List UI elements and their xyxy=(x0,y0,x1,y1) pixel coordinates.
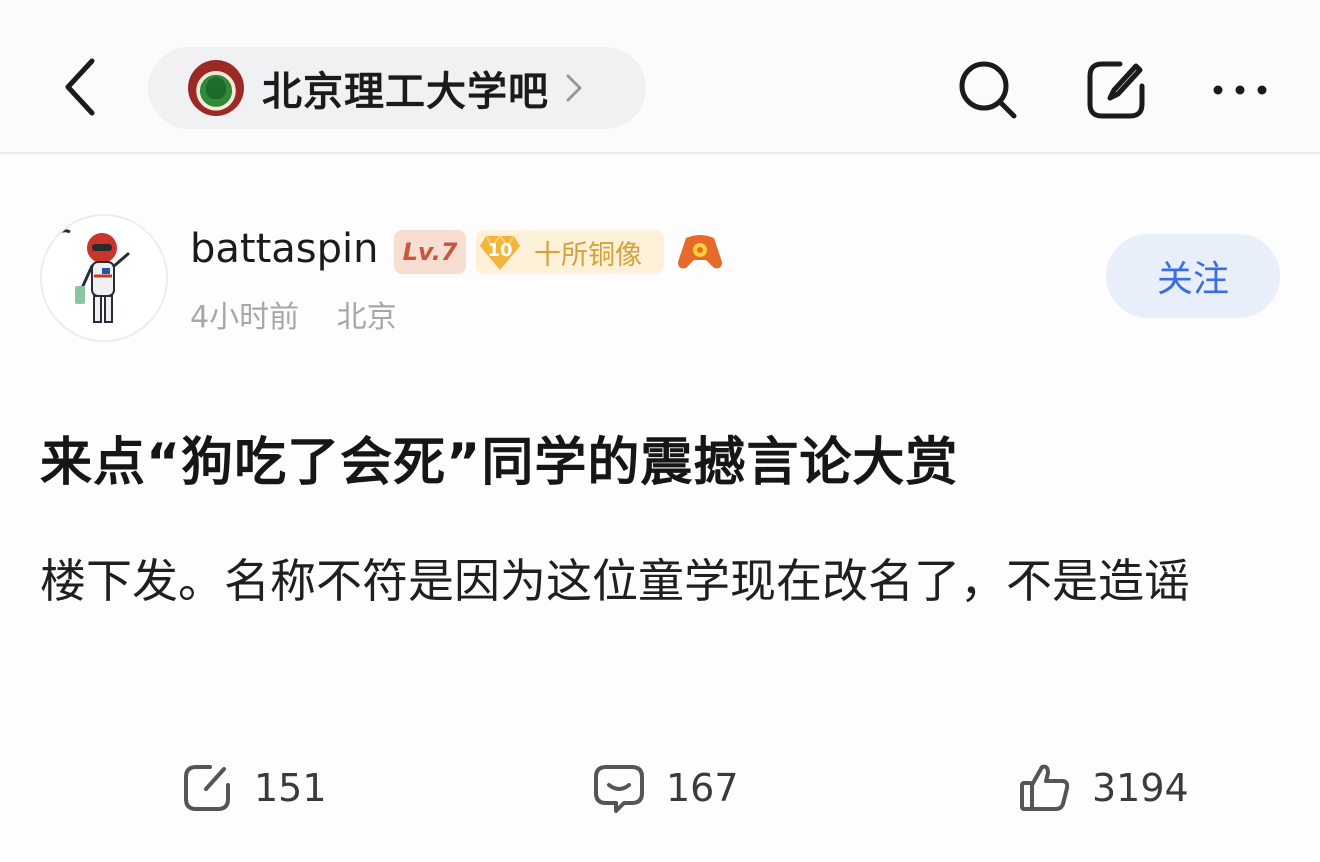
share-button[interactable]: 151 xyxy=(180,760,327,816)
post-location: 北京 xyxy=(336,300,397,335)
level-badge: Lv.7 xyxy=(394,230,466,274)
back-button[interactable] xyxy=(52,52,108,122)
forum-link[interactable]: 北京理工大学吧 xyxy=(148,47,646,129)
share-icon xyxy=(184,765,230,811)
header-divider xyxy=(0,152,1320,154)
rank-number: 10 xyxy=(487,239,513,261)
search-icon xyxy=(959,61,1017,119)
chevron-left-icon xyxy=(65,58,95,116)
share-count: 151 xyxy=(254,766,327,810)
like-count: 3194 xyxy=(1092,766,1189,810)
gamepad-icon xyxy=(676,232,724,272)
forum-name: 北京理工大学吧 xyxy=(262,69,549,115)
post-title: 来点“狗吃了会死”同学的震撼言论大赏 xyxy=(40,433,959,493)
search-button[interactable] xyxy=(956,58,1020,122)
chevron-right-icon xyxy=(566,74,582,102)
comment-count: 167 xyxy=(666,766,739,810)
comment-icon xyxy=(594,765,644,813)
like-button[interactable]: 3194 xyxy=(1018,760,1189,816)
edit-button[interactable] xyxy=(1084,58,1148,122)
more-button[interactable] xyxy=(1208,58,1272,122)
edit-icon xyxy=(1087,61,1145,119)
follow-button[interactable]: 关注 xyxy=(1106,234,1280,318)
top-navigation-bar: 北京理工大学吧 xyxy=(0,0,1320,153)
comment-button[interactable]: 167 xyxy=(592,760,739,816)
author-name[interactable]: battaspin xyxy=(190,226,378,272)
post-body: 楼下发。名称不符是因为这位童学现在改名了，不是造谣 xyxy=(40,554,1190,608)
diamond-icon: 10 xyxy=(478,230,522,274)
rank-badge: 10 十所铜像 xyxy=(476,230,664,274)
more-icon xyxy=(1213,85,1267,95)
rank-title: 十所铜像 xyxy=(534,239,642,271)
thumbs-up-icon xyxy=(1020,764,1070,811)
post-meta: 4小时前 北京 xyxy=(190,292,397,336)
forum-logo xyxy=(188,60,244,116)
avatar[interactable] xyxy=(40,214,168,342)
post-time: 4小时前 xyxy=(190,300,300,335)
avatar-illustration xyxy=(42,216,166,340)
